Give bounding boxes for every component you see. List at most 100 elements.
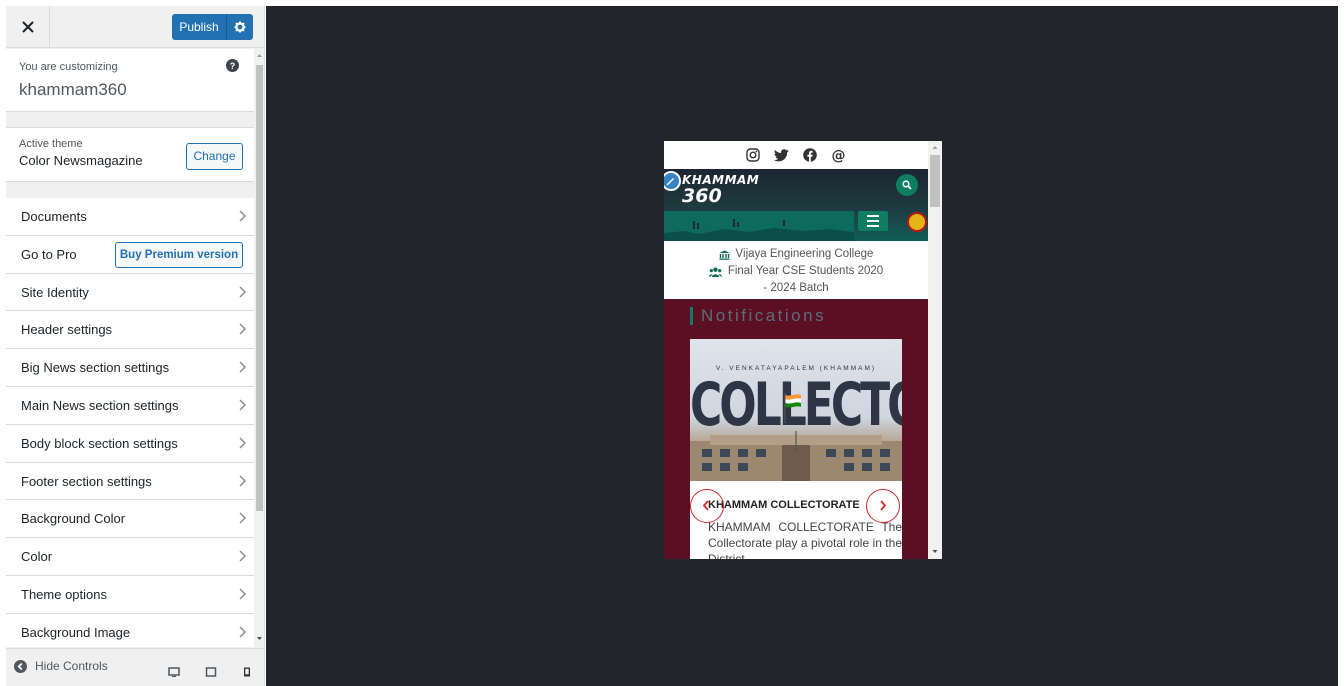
scroll-up-arrow-icon[interactable]	[928, 142, 942, 154]
customizing-info: You are customizing khammam360 ?	[6, 49, 254, 112]
menu-item-label: Background Color	[21, 511, 126, 527]
facebook-icon[interactable]	[803, 148, 817, 162]
menu-item-site-identity[interactable]: Site Identity	[6, 273, 254, 312]
preview-scrollbar[interactable]	[928, 141, 942, 559]
notification-card[interactable]: V. VENKATAYAPALEM (KHAMMAM) COLLECTORATE	[690, 339, 902, 559]
search-button[interactable]	[896, 174, 918, 196]
menu-item-background-image[interactable]: Background Image	[6, 613, 254, 647]
menu-item-label: Site Identity	[21, 284, 89, 300]
menu-item-label: Main News section settings	[21, 397, 179, 413]
menu-item-label: Theme options	[21, 586, 107, 602]
scroll-down-arrow-icon[interactable]	[254, 633, 265, 643]
college-logo	[907, 212, 927, 232]
logo-line-2: 360	[682, 185, 722, 207]
menu-item-label: Documents	[21, 209, 87, 224]
group-icon	[708, 267, 722, 277]
publish-settings-button[interactable]	[227, 21, 253, 33]
close-customizer-button[interactable]	[6, 6, 50, 48]
twitter-icon[interactable]	[774, 148, 789, 162]
chevron-right-icon	[239, 399, 247, 411]
customizer-sidebar: Publish You are customizing khammam360 ?…	[6, 6, 265, 686]
building-illustration	[690, 431, 902, 481]
search-icon	[902, 180, 912, 190]
hide-controls-button[interactable]: Hide Controls	[14, 659, 108, 673]
menu-item-footer-section[interactable]: Footer section settings	[6, 462, 254, 501]
college-name: Vijaya Engineering College	[735, 248, 874, 260]
instagram-icon[interactable]	[746, 148, 760, 162]
card-title[interactable]: KHAMMAM COLLECTORATE	[708, 499, 860, 511]
tablet-icon[interactable]	[205, 667, 217, 677]
buy-premium-button[interactable]: Buy Premium version	[115, 241, 243, 268]
menu-toggle-button[interactable]	[858, 211, 888, 231]
menu-item-label: Body block section settings	[21, 435, 178, 451]
pencil-icon	[666, 178, 674, 186]
slider-prev-button[interactable]	[690, 489, 724, 523]
svg-text:?: ?	[230, 61, 236, 71]
menu-item-color[interactable]: Color	[6, 538, 254, 576]
menu-item-documents[interactable]: Documents	[6, 198, 254, 236]
change-theme-button[interactable]: Change	[186, 143, 243, 170]
theme-name: Color Newsmagazine	[19, 153, 143, 168]
notifications-section: Notifications V. VENKATAYAPALEM (KHAMMAM…	[664, 299, 928, 559]
chevron-right-icon	[239, 512, 247, 524]
menu-icon	[867, 215, 879, 217]
menu-item-background-color[interactable]: Background Color	[6, 500, 254, 539]
customizer-header: Publish	[6, 6, 264, 48]
card-excerpt: KHAMMAM COLLECTORATE The Collectorate pl…	[708, 520, 902, 559]
menu-item-label: Go to Pro	[21, 246, 77, 262]
city-skyline-image	[664, 211, 854, 241]
social-bar: @	[664, 141, 928, 169]
menu-item-body-block[interactable]: Body block section settings	[6, 424, 254, 463]
menu-item-label: Footer section settings	[21, 473, 152, 489]
chevron-right-icon	[239, 210, 247, 222]
customizer-panel: You are customizing khammam360 ? Active …	[6, 49, 254, 647]
flag-icon	[784, 393, 801, 423]
chevron-left-icon	[702, 500, 709, 511]
sidebar-scrollbar[interactable]	[254, 49, 265, 647]
menu-item-go-to-pro: Go to Pro Buy Premium version	[6, 235, 254, 274]
site-preview: @ KHAMMAM 360 Vijaya Engineering College…	[664, 141, 928, 559]
svg-text:@: @	[832, 148, 846, 163]
collapse-arrow-icon	[14, 659, 27, 673]
collectorate-image: V. VENKATAYAPALEM (KHAMMAM) COLLECTORATE	[690, 339, 902, 481]
hide-controls-label: Hide Controls	[35, 659, 108, 673]
menu-item-theme-options[interactable]: Theme options	[6, 575, 254, 614]
publish-label: Publish	[172, 14, 227, 40]
preview-area: @ KHAMMAM 360 Vijaya Engineering College…	[266, 6, 1338, 686]
batch-line-2: - 2024 Batch	[763, 282, 829, 294]
chevron-right-icon	[239, 588, 247, 600]
notifications-heading: Notifications	[690, 307, 826, 325]
desktop-icon[interactable]	[168, 667, 180, 677]
help-icon[interactable]: ?	[226, 59, 239, 72]
chevron-right-icon	[239, 323, 247, 335]
sidebar-scrollbar-thumb[interactable]	[256, 65, 263, 511]
edit-shortcut-button[interactable]	[664, 171, 681, 191]
chevron-right-icon	[880, 500, 887, 511]
active-theme-label: Active theme	[19, 138, 83, 150]
site-name: khammam360	[19, 80, 127, 99]
chevron-right-icon	[239, 550, 247, 562]
slider-next-button[interactable]	[866, 489, 900, 523]
college-info: Vijaya Engineering College Final Year CS…	[664, 241, 928, 299]
chevron-right-icon	[239, 437, 247, 449]
scroll-up-arrow-icon[interactable]	[254, 51, 265, 61]
customizing-label: You are customizing	[19, 61, 118, 73]
mobile-preview-frame[interactable]: @ KHAMMAM 360 Vijaya Engineering College…	[664, 141, 942, 559]
mobile-icon[interactable]	[242, 667, 252, 677]
menu-item-big-news[interactable]: Big News section settings	[6, 349, 254, 387]
menu-item-main-news[interactable]: Main News section settings	[6, 386, 254, 425]
chevron-right-icon	[239, 626, 247, 638]
publish-button[interactable]: Publish	[172, 14, 253, 40]
college-icon	[719, 250, 730, 260]
scroll-down-arrow-icon[interactable]	[928, 545, 942, 557]
active-theme-section: Active theme Color Newsmagazine Change	[6, 127, 254, 182]
site-header: KHAMMAM 360	[664, 169, 928, 241]
site-logo[interactable]: KHAMMAM 360	[682, 173, 759, 207]
chevron-right-icon	[239, 361, 247, 373]
preview-scrollbar-thumb[interactable]	[930, 155, 940, 207]
at-icon[interactable]: @	[831, 148, 846, 163]
close-icon	[21, 21, 34, 33]
menu-item-label: Background Image	[21, 624, 131, 640]
customizer-menu: Documents Go to Pro Buy Premium version …	[6, 198, 254, 647]
menu-item-header-settings[interactable]: Header settings	[6, 311, 254, 350]
